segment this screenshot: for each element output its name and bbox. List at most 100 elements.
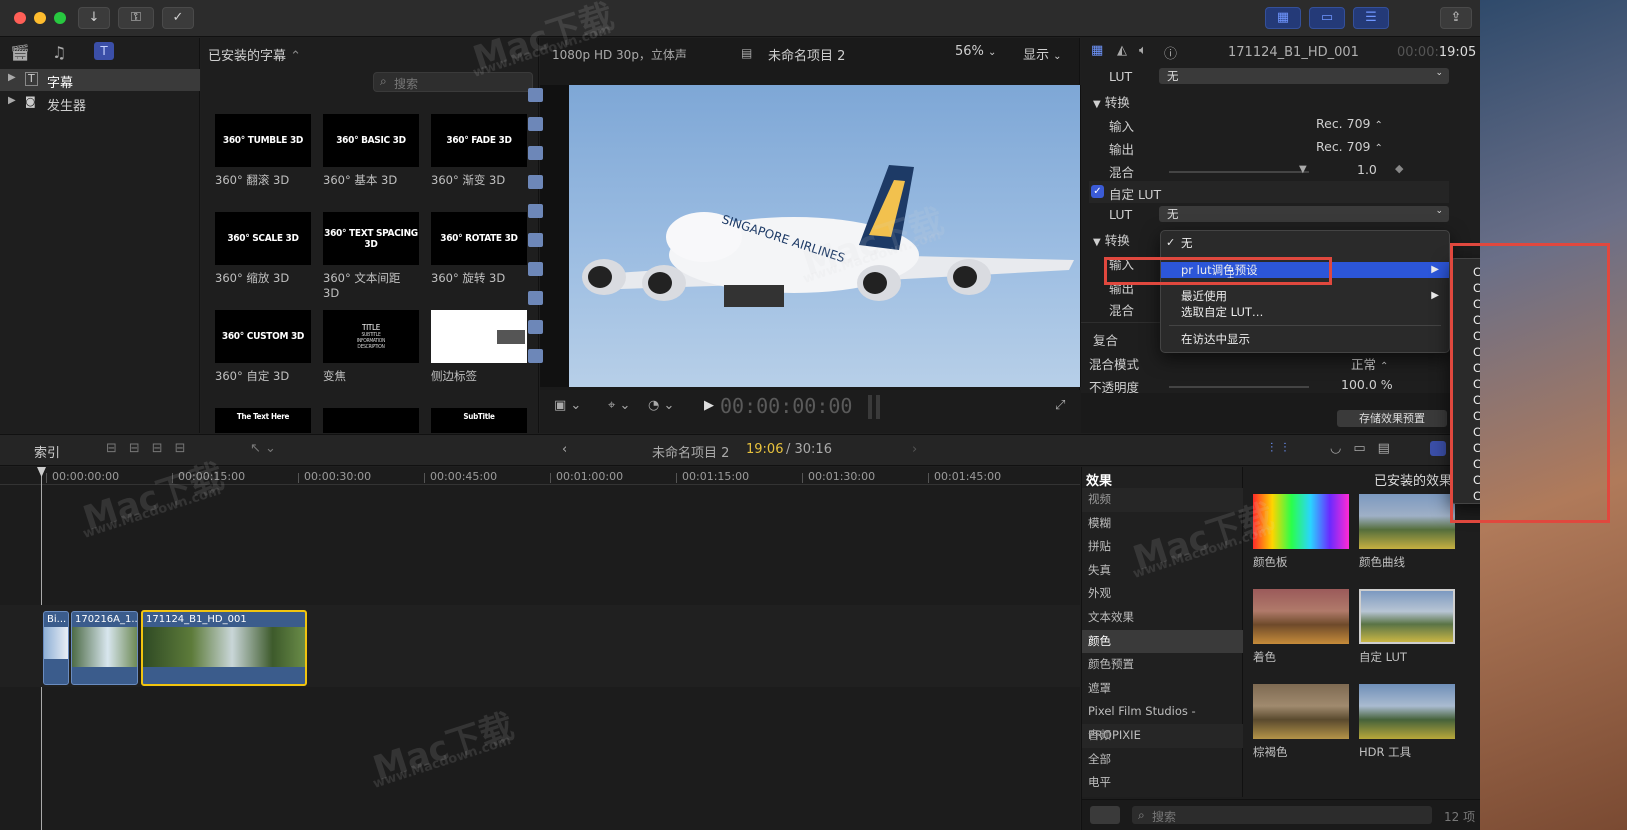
effect-item[interactable]: 着色: [1253, 589, 1349, 669]
convert2-section[interactable]: ▼ 转换: [1093, 230, 1130, 249]
title-item[interactable]: TITLE SUBTITLE INFORMATION DESCRIPTION 变焦: [323, 310, 419, 388]
history-forward-icon[interactable]: ›: [912, 442, 917, 457]
effects-browser-icon[interactable]: [1430, 441, 1446, 456]
photos-audio-icon[interactable]: ♫: [52, 43, 66, 62]
display-menu[interactable]: 显示 ⌄: [1023, 44, 1062, 63]
effects-category[interactable]: Pixel Film Studios - PROPIXIE: [1082, 700, 1243, 742]
effects-category[interactable]: 颜色: [1082, 629, 1243, 654]
inspector-clip-name: 171124_B1_HD_001: [1228, 45, 1359, 60]
play-button[interactable]: ▶: [704, 398, 714, 413]
menu-item-choose-custom-lut[interactable]: 选取自定 LUT…: [1161, 304, 1449, 320]
highlight-box-submenu: [1450, 243, 1610, 523]
show-timeline-button[interactable]: ▭: [1309, 7, 1345, 29]
import-button[interactable]: ↓: [78, 7, 110, 29]
effect-item[interactable]: 颜色曲线: [1359, 494, 1455, 574]
effects-category[interactable]: 外观: [1082, 582, 1243, 606]
effects-category[interactable]: 拼贴: [1082, 535, 1243, 559]
menu-item-recent[interactable]: 最近使用 ▶: [1161, 288, 1449, 304]
opacity-slider[interactable]: [1169, 386, 1309, 388]
effects-category[interactable]: 文本效果: [1082, 606, 1243, 630]
viewer-options-icon[interactable]: ▣ ⌄: [554, 398, 581, 413]
title-item[interactable]: 360° ROTATE 3D 360° 旋转 3D: [431, 212, 527, 290]
custom-lut-checkbox[interactable]: ✓: [1091, 185, 1104, 198]
lut-popup[interactable]: 无 ⌄: [1159, 68, 1449, 84]
convert-section[interactable]: ▼ 转换: [1093, 92, 1130, 111]
history-back-icon[interactable]: ‹: [562, 442, 567, 457]
show-inspector-button[interactable]: ☰: [1353, 7, 1389, 29]
effect-item[interactable]: 自定 LUT: [1359, 589, 1455, 669]
select-tool-icon[interactable]: ↖ ⌄: [250, 441, 276, 456]
edit-buttons[interactable]: ⊟⊟⊟⊟: [106, 441, 198, 456]
title-item[interactable]: 360° SCALE 3D 360° 缩放 3D: [215, 212, 311, 290]
mix-slider[interactable]: [1169, 171, 1309, 173]
fullscreen-icon[interactable]: ⤢: [1055, 398, 1065, 413]
speed-icon[interactable]: ◔ ⌄: [648, 398, 674, 413]
effects-search-input[interactable]: ⌕ 搜索: [1132, 806, 1432, 824]
effect-thumbnail: [1253, 589, 1349, 644]
index-button[interactable]: 索引: [34, 442, 60, 461]
effect-item[interactable]: 颜色板: [1253, 494, 1349, 574]
output-popup[interactable]: Rec. 709 ⌃: [1316, 139, 1383, 154]
title-item[interactable]: 360° TUMBLE 3D 360° 翻滚 3D: [215, 114, 311, 192]
title-item-partial[interactable]: [323, 408, 419, 433]
title-item[interactable]: 360° FADE 3D 360° 渐变 3D: [431, 114, 527, 192]
zoom-window-button[interactable]: [54, 12, 66, 24]
title-item[interactable]: 360° TEXT SPACING 3D 360° 文本间距 3D: [323, 212, 419, 300]
titles-generators-icon[interactable]: T: [94, 42, 114, 60]
custom-lut-popup[interactable]: 无 ⌄: [1159, 206, 1449, 222]
timeline-ruler[interactable]: 00:00:00:00 00:00:15:00 00:00:30:00 00:00:4…: [0, 467, 1080, 485]
title-item-partial[interactable]: SubTitle: [431, 408, 527, 433]
zoom-menu[interactable]: 56% ⌄: [955, 44, 996, 59]
effects-category[interactable]: 音频: [1082, 723, 1243, 748]
mix-value[interactable]: 1.0: [1357, 162, 1377, 177]
effects-category[interactable]: 模糊: [1082, 512, 1243, 536]
disclosure-triangle-icon[interactable]: ▶: [8, 72, 16, 83]
effects-category[interactable]: 颜色预置: [1082, 653, 1243, 677]
sidebar-item-generators[interactable]: ▶ ◙ 发生器: [0, 92, 200, 114]
sidebar-toggle-icon[interactable]: [1090, 806, 1120, 824]
skimming-toggles[interactable]: ⫶⫶: [1270, 441, 1297, 456]
info-inspector-icon[interactable]: ⓘ: [1164, 43, 1177, 62]
input-popup[interactable]: Rec. 709 ⌃: [1316, 116, 1383, 131]
browser-title[interactable]: 已安装的字幕 ⌃: [208, 45, 301, 64]
keywords-button[interactable]: ⚿: [118, 7, 154, 29]
show-browser-button[interactable]: ▦: [1265, 7, 1301, 29]
audio-solo-icons[interactable]: ◡▭▤: [1330, 441, 1402, 456]
minimize-window-button[interactable]: [34, 12, 46, 24]
color-inspector-icon[interactable]: ◭: [1117, 43, 1127, 58]
effect-item[interactable]: HDR 工具: [1359, 684, 1455, 764]
search-input[interactable]: ⌕ 搜索: [373, 72, 533, 92]
sidebar-item-titles[interactable]: ▶ T 字幕: [0, 69, 200, 91]
title-item[interactable]: 360° BASIC 3D 360° 基本 3D: [323, 114, 419, 192]
effects-category[interactable]: 失真: [1082, 559, 1243, 583]
share-button[interactable]: ⇪: [1440, 7, 1472, 29]
effects-category[interactable]: 遮罩: [1082, 677, 1243, 701]
effects-category[interactable]: 视频: [1082, 488, 1243, 512]
slider-knob-icon[interactable]: ▼: [1299, 164, 1307, 175]
input-value: Rec. 709: [1316, 116, 1371, 131]
timeline-clip[interactable]: Bi...: [43, 611, 69, 685]
ruler-tick-mark: [172, 473, 173, 483]
timeline-clip-selected[interactable]: 171124_B1_HD_001: [141, 610, 307, 686]
save-effects-preset-button[interactable]: 存储效果预置: [1337, 410, 1447, 427]
title-item[interactable]: 侧边标签: [431, 310, 527, 388]
disclosure-triangle-icon[interactable]: ▶: [8, 95, 16, 106]
menu-item-show-in-finder[interactable]: 在访达中显示: [1161, 331, 1449, 347]
opacity-value[interactable]: 100.0 %: [1341, 377, 1393, 392]
close-window-button[interactable]: [14, 12, 26, 24]
title-caption: 360° 渐变 3D: [431, 173, 506, 187]
effects-category[interactable]: 电平: [1082, 771, 1243, 795]
title-item-partial[interactable]: The Text Here: [215, 408, 311, 433]
keyframe-icon[interactable]: ◆: [1395, 162, 1403, 175]
title-item[interactable]: 360° CUSTOM 3D 360° 自定 3D: [215, 310, 311, 388]
timeline-clip[interactable]: 170216A_1...: [71, 611, 138, 685]
transform-tool-icon[interactable]: ⌖ ⌄: [608, 398, 630, 413]
effect-item[interactable]: 棕褐色: [1253, 684, 1349, 764]
background-tasks-button[interactable]: ✓: [162, 7, 194, 29]
menu-item-none[interactable]: ✓ 无: [1161, 235, 1449, 251]
blend-mode-popup[interactable]: 正常 ⌃: [1351, 354, 1388, 373]
effects-category[interactable]: 全部: [1082, 748, 1243, 772]
clapper-icon[interactable]: 🎬︎: [10, 43, 30, 62]
audio-inspector-icon[interactable]: 🔈︎: [1139, 43, 1147, 58]
video-inspector-icon[interactable]: ▦: [1091, 43, 1103, 58]
